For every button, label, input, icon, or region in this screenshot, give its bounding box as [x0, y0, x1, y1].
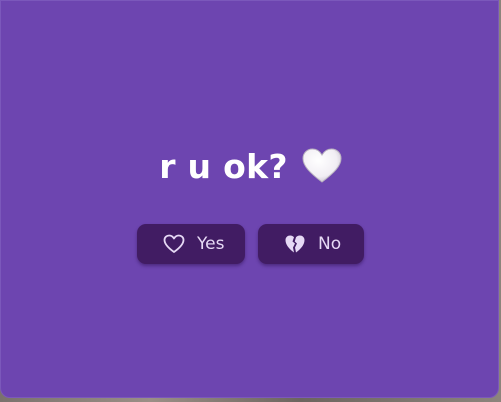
question-row: r u ok? — [1, 141, 500, 191]
answer-buttons: Yes No — [137, 224, 364, 264]
yes-button[interactable]: Yes — [137, 224, 245, 264]
heart-outline-icon — [163, 234, 185, 253]
yes-button-label: Yes — [197, 234, 225, 254]
dialog-window: r u ok? Yes No — [0, 0, 499, 398]
question-text: r u ok? — [159, 146, 288, 186]
no-button-label: No — [318, 234, 342, 254]
broken-heart-icon — [285, 235, 305, 253]
no-button[interactable]: No — [258, 224, 364, 264]
white-heart-icon — [302, 148, 342, 183]
